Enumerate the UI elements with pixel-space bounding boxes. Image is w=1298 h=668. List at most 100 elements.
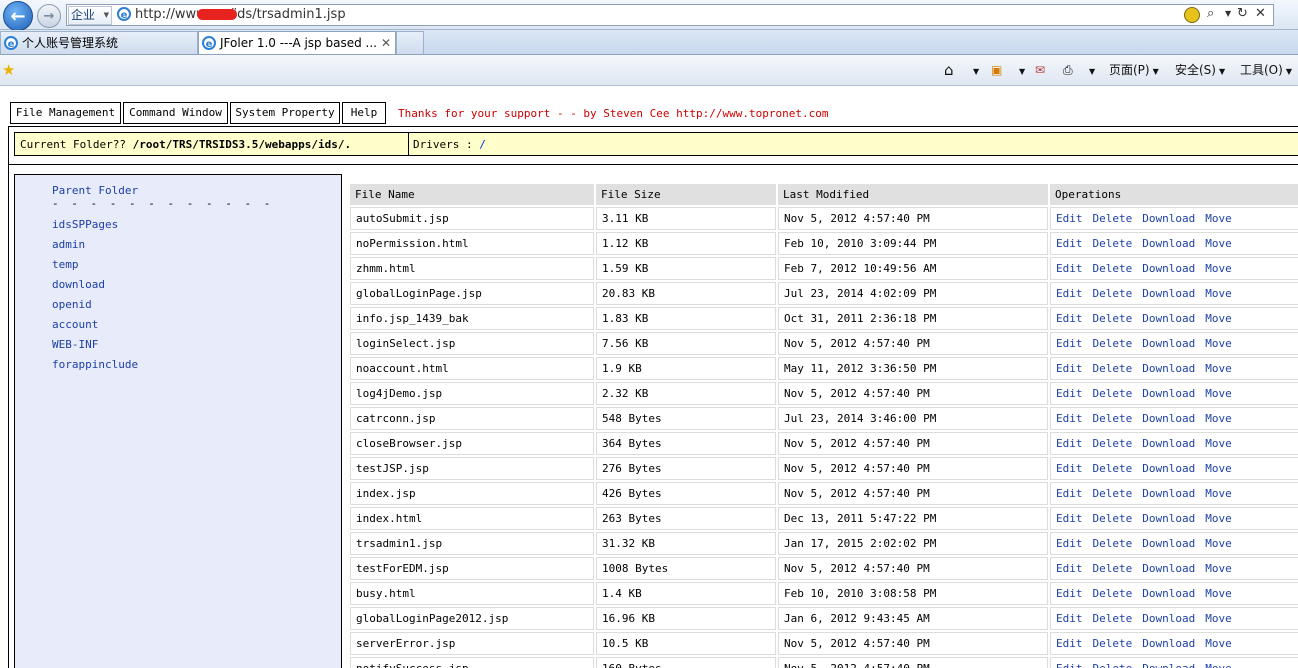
folder-link[interactable]: openid xyxy=(52,298,92,311)
move-link[interactable]: Move xyxy=(1205,312,1232,325)
download-link[interactable]: Download xyxy=(1142,612,1195,625)
menu-file-management[interactable]: File Management xyxy=(10,102,121,124)
edit-link[interactable]: Edit xyxy=(1056,412,1083,425)
download-link[interactable]: Download xyxy=(1142,312,1195,325)
delete-link[interactable]: Delete xyxy=(1093,237,1133,250)
edit-link[interactable]: Edit xyxy=(1056,562,1083,575)
download-link[interactable]: Download xyxy=(1142,362,1195,375)
edit-link[interactable]: Edit xyxy=(1056,437,1083,450)
search-dropdown-icon[interactable]: ▼ xyxy=(1225,5,1231,23)
move-link[interactable]: Move xyxy=(1205,462,1232,475)
menu-system-property[interactable]: System Property xyxy=(230,102,340,124)
download-link[interactable]: Download xyxy=(1142,587,1195,600)
download-link[interactable]: Download xyxy=(1142,212,1195,225)
edit-link[interactable]: Edit xyxy=(1056,287,1083,300)
forward-button[interactable]: → xyxy=(37,4,61,28)
delete-link[interactable]: Delete xyxy=(1093,612,1133,625)
delete-link[interactable]: Delete xyxy=(1093,312,1133,325)
move-link[interactable]: Move xyxy=(1205,512,1232,525)
move-link[interactable]: Move xyxy=(1205,587,1232,600)
menu-help[interactable]: Help xyxy=(342,102,386,124)
mail-icon[interactable]: ✉ xyxy=(1035,62,1045,78)
delete-link[interactable]: Delete xyxy=(1093,487,1133,500)
delete-link[interactable]: Delete xyxy=(1093,462,1133,475)
folder-link[interactable]: forappinclude xyxy=(52,358,138,371)
new-tab-button[interactable] xyxy=(396,31,424,54)
home-icon[interactable]: ⌂ xyxy=(944,62,954,78)
move-link[interactable]: Move xyxy=(1205,612,1232,625)
edit-link[interactable]: Edit xyxy=(1056,462,1083,475)
delete-link[interactable]: Delete xyxy=(1093,562,1133,575)
stop-icon[interactable]: ✕ xyxy=(1255,5,1266,23)
move-link[interactable]: Move xyxy=(1205,262,1232,275)
delete-link[interactable]: Delete xyxy=(1093,637,1133,650)
tab-jfoler[interactable]: e JFoler 1.0 ---A jsp based ... ✕ xyxy=(198,31,396,54)
folder-link[interactable]: idsSPPages xyxy=(52,218,118,231)
drive-root-link[interactable]: / xyxy=(479,138,486,151)
move-link[interactable]: Move xyxy=(1205,412,1232,425)
tab-close-icon[interactable]: ✕ xyxy=(381,32,391,54)
edit-link[interactable]: Edit xyxy=(1056,587,1083,600)
print-dropdown-icon[interactable]: ▼ xyxy=(1086,62,1095,80)
move-link[interactable]: Move xyxy=(1205,662,1232,668)
move-link[interactable]: Move xyxy=(1205,287,1232,300)
download-link[interactable]: Download xyxy=(1142,512,1195,525)
edit-link[interactable]: Edit xyxy=(1056,662,1083,668)
tools-menu[interactable]: 工具(O) ▼ xyxy=(1240,62,1292,80)
download-link[interactable]: Download xyxy=(1142,437,1195,450)
search-icon[interactable]: ⌕ xyxy=(1207,5,1214,23)
folder-link[interactable]: account xyxy=(52,318,98,331)
download-link[interactable]: Download xyxy=(1142,487,1195,500)
edit-link[interactable]: Edit xyxy=(1056,537,1083,550)
delete-link[interactable]: Delete xyxy=(1093,537,1133,550)
move-link[interactable]: Move xyxy=(1205,362,1232,375)
download-link[interactable]: Download xyxy=(1142,262,1195,275)
delete-link[interactable]: Delete xyxy=(1093,437,1133,450)
edit-link[interactable]: Edit xyxy=(1056,312,1083,325)
move-link[interactable]: Move xyxy=(1205,212,1232,225)
edit-link[interactable]: Edit xyxy=(1056,512,1083,525)
move-link[interactable]: Move xyxy=(1205,437,1232,450)
folder-link[interactable]: temp xyxy=(52,258,79,271)
delete-link[interactable]: Delete xyxy=(1093,362,1133,375)
download-link[interactable]: Download xyxy=(1142,412,1195,425)
delete-link[interactable]: Delete xyxy=(1093,262,1133,275)
page-menu[interactable]: 页面(P) ▼ xyxy=(1109,62,1159,80)
delete-link[interactable]: Delete xyxy=(1093,387,1133,400)
delete-link[interactable]: Delete xyxy=(1093,412,1133,425)
move-link[interactable]: Move xyxy=(1205,487,1232,500)
enterprise-mode-dropdown[interactable]: 企业 ▼ xyxy=(68,6,112,25)
rss-feed-icon[interactable]: ▣ xyxy=(991,62,1002,78)
edit-link[interactable]: Edit xyxy=(1056,362,1083,375)
refresh-icon[interactable]: ↻ xyxy=(1237,5,1248,23)
edit-link[interactable]: Edit xyxy=(1056,612,1083,625)
download-link[interactable]: Download xyxy=(1142,462,1195,475)
print-icon[interactable]: ⎙ xyxy=(1063,62,1073,78)
back-button[interactable]: ← xyxy=(3,1,33,31)
favorites-star-icon[interactable]: ★ xyxy=(2,62,18,78)
move-link[interactable]: Move xyxy=(1205,387,1232,400)
download-link[interactable]: Download xyxy=(1142,637,1195,650)
url-text[interactable]: http://www.c n/ids/trsadmin1.jsp xyxy=(135,6,346,24)
edit-link[interactable]: Edit xyxy=(1056,262,1083,275)
move-link[interactable]: Move xyxy=(1205,537,1232,550)
delete-link[interactable]: Delete xyxy=(1093,587,1133,600)
menu-command-window[interactable]: Command Window xyxy=(123,102,228,124)
move-link[interactable]: Move xyxy=(1205,237,1232,250)
move-link[interactable]: Move xyxy=(1205,337,1232,350)
folder-link[interactable]: download xyxy=(52,278,105,291)
move-link[interactable]: Move xyxy=(1205,637,1232,650)
home-dropdown-icon[interactable]: ▼ xyxy=(970,62,979,80)
download-link[interactable]: Download xyxy=(1142,537,1195,550)
parent-folder-link[interactable]: Parent Folder xyxy=(52,184,138,197)
delete-link[interactable]: Delete xyxy=(1093,212,1133,225)
edit-link[interactable]: Edit xyxy=(1056,337,1083,350)
download-link[interactable]: Download xyxy=(1142,662,1195,668)
download-link[interactable]: Download xyxy=(1142,337,1195,350)
safety-menu[interactable]: 安全(S) ▼ xyxy=(1175,62,1225,80)
download-link[interactable]: Download xyxy=(1142,237,1195,250)
delete-link[interactable]: Delete xyxy=(1093,662,1133,668)
edit-link[interactable]: Edit xyxy=(1056,237,1083,250)
move-link[interactable]: Move xyxy=(1205,562,1232,575)
folder-link[interactable]: admin xyxy=(52,238,85,251)
